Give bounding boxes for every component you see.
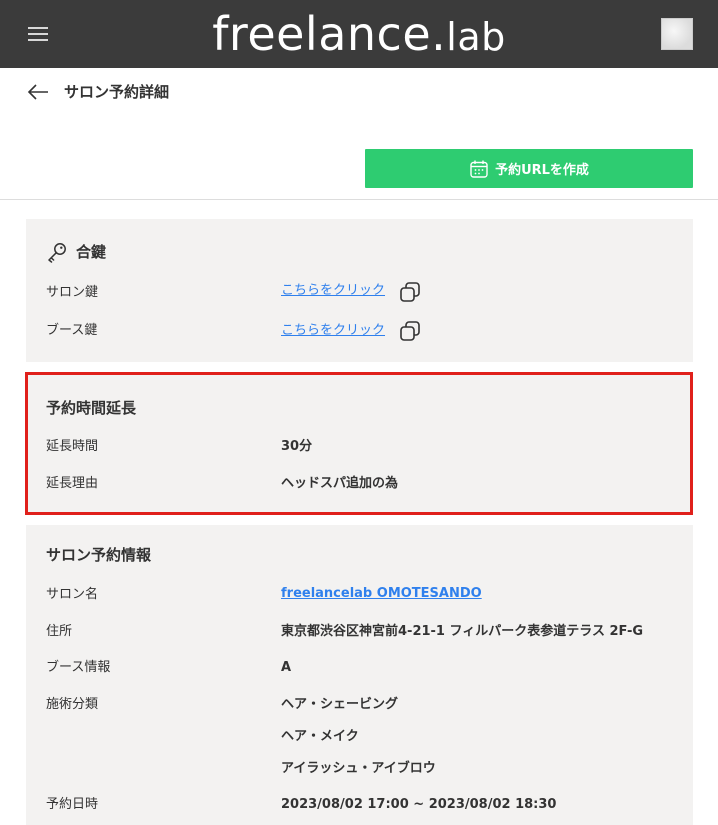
treatment-item: ヘア・シェービング <box>281 697 399 712</box>
extension-reason-value: ヘッドスパ追加の為 <box>281 476 399 491</box>
address-value: 東京都渋谷区神宮前4-21-1 フィルパーク表参道テラス 2F-G <box>281 624 644 639</box>
create-url-label: 予約URLを作成 <box>495 163 589 178</box>
logo-suffix: lab <box>446 15 506 59</box>
keys-card-title: 合鍵 <box>76 243 107 261</box>
booth-key-link[interactable]: こちらをクリック <box>281 321 385 341</box>
key-icon <box>46 241 68 267</box>
calendar-icon <box>469 159 489 179</box>
salon-name-link[interactable]: freelancelab OMOTESANDO <box>281 584 482 604</box>
booth-key-label: ブース鍵 <box>46 323 98 338</box>
extension-reason-label: 延長理由 <box>46 476 99 491</box>
user-avatar[interactable] <box>661 18 693 50</box>
salon-info-card: サロン予約情報 サロン名 freelancelab OMOTESANDO 住所 … <box>26 525 693 825</box>
keys-card: 合鍵 サロン鍵 こちらをクリック ブース鍵 こちらをクリック <box>26 219 693 362</box>
app-header: freelance.lab <box>0 0 718 68</box>
extension-time-label: 延長時間 <box>46 439 99 454</box>
salon-name-label: サロン名 <box>46 587 99 602</box>
copy-icon[interactable] <box>399 281 421 303</box>
extension-card-title: 予約時間延長 <box>46 399 137 417</box>
app-logo[interactable]: freelance.lab <box>0 2 718 69</box>
treatment-item: ヘア・メイク <box>281 729 359 744</box>
create-booking-url-button[interactable]: 予約URLを作成 <box>365 149 693 188</box>
booth-info-label: ブース情報 <box>46 660 111 675</box>
address-label: 住所 <box>46 624 73 639</box>
booth-info-value: A <box>281 660 292 675</box>
salon-key-label: サロン鍵 <box>46 285 99 300</box>
treatment-item: アイラッシュ・アイブロウ <box>281 761 436 776</box>
datetime-label: 予約日時 <box>46 797 99 812</box>
header-divider <box>0 199 718 200</box>
back-arrow-icon[interactable] <box>26 82 50 102</box>
copy-icon[interactable] <box>399 320 421 342</box>
salon-key-link[interactable]: こちらをクリック <box>281 281 385 301</box>
salon-info-card-title: サロン予約情報 <box>46 546 152 564</box>
treatment-label: 施術分類 <box>46 697 99 712</box>
datetime-value: 2023/08/02 17:00 ~ 2023/08/02 18:30 <box>281 797 557 812</box>
extension-card: 予約時間延長 延長時間 30分 延長理由 ヘッドスパ追加の為 <box>25 372 693 515</box>
page-title: サロン予約詳細 <box>64 83 170 101</box>
extension-time-value: 30分 <box>281 439 313 454</box>
page-head: サロン予約詳細 予約URLを作成 <box>0 68 718 200</box>
logo-main: freelance. <box>212 7 447 61</box>
